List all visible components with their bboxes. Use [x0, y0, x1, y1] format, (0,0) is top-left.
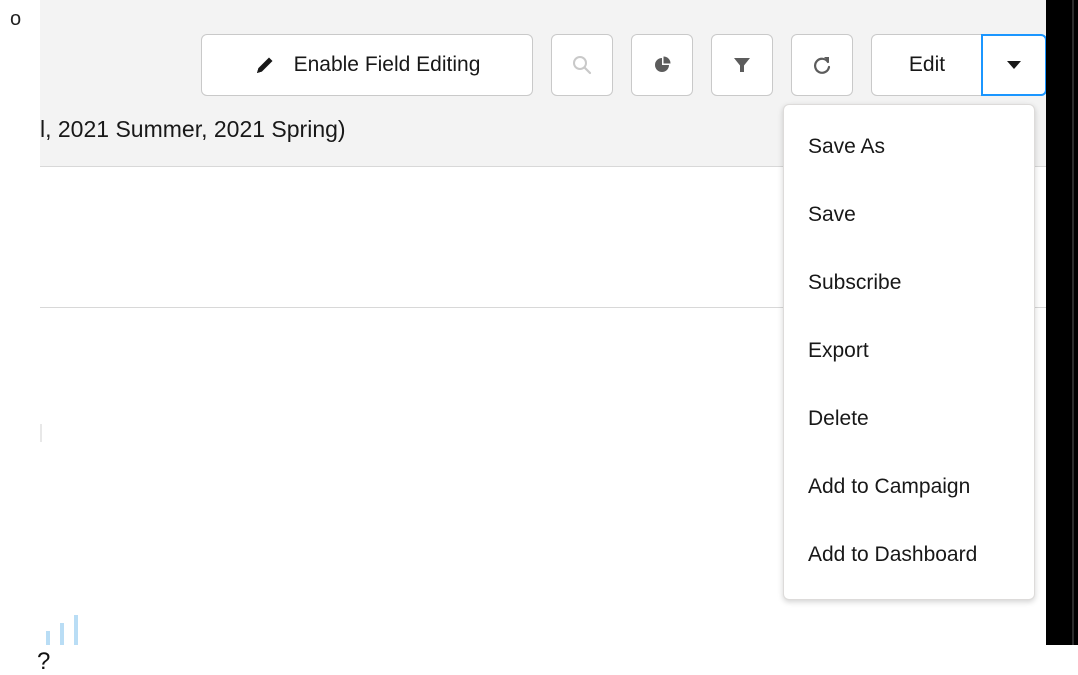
- chart-bar: [74, 615, 78, 645]
- chevron-down-icon: [1005, 59, 1023, 71]
- chart-bar: [46, 631, 50, 645]
- menu-item-delete[interactable]: Delete: [808, 407, 869, 431]
- chart-bar: [60, 623, 64, 645]
- filter-button[interactable]: [711, 34, 773, 96]
- pencil-icon: [254, 54, 276, 76]
- edit-button[interactable]: Edit: [871, 34, 983, 96]
- enable-field-editing-label: Enable Field Editing: [293, 53, 481, 76]
- refresh-icon: [811, 54, 833, 76]
- bullet-marker: o: [10, 8, 22, 30]
- filter-icon: [732, 55, 752, 75]
- screen: o l, 2021 Summer, 2021 Spring) Enable Fi…: [0, 0, 1078, 675]
- chart-button[interactable]: [631, 34, 693, 96]
- chart-fragment: [40, 607, 100, 645]
- menu-item-add-to-dashboard[interactable]: Add to Dashboard: [808, 543, 977, 567]
- more-actions-button[interactable]: [981, 34, 1046, 96]
- menu-item-save-as[interactable]: Save As: [808, 135, 885, 159]
- menu-item-subscribe[interactable]: Subscribe: [808, 271, 901, 295]
- search-button[interactable]: [551, 34, 613, 96]
- actions-dropdown-menu: Save As Save Subscribe Export Delete Add…: [783, 104, 1035, 600]
- enable-field-editing-button[interactable]: Enable Field Editing: [201, 34, 533, 96]
- question-mark: ?: [37, 648, 51, 675]
- window-edge: [1046, 0, 1078, 645]
- menu-item-add-to-campaign[interactable]: Add to Campaign: [808, 475, 970, 499]
- refresh-button[interactable]: [791, 34, 853, 96]
- window-edge-line: [1072, 0, 1074, 645]
- menu-item-export[interactable]: Export: [808, 339, 869, 363]
- report-subtitle: l, 2021 Summer, 2021 Spring): [40, 116, 346, 142]
- search-icon: [571, 54, 593, 76]
- chart-icon: [651, 54, 673, 76]
- edit-label: Edit: [908, 53, 946, 76]
- faint-mark: [40, 424, 42, 442]
- menu-item-save[interactable]: Save: [808, 203, 856, 227]
